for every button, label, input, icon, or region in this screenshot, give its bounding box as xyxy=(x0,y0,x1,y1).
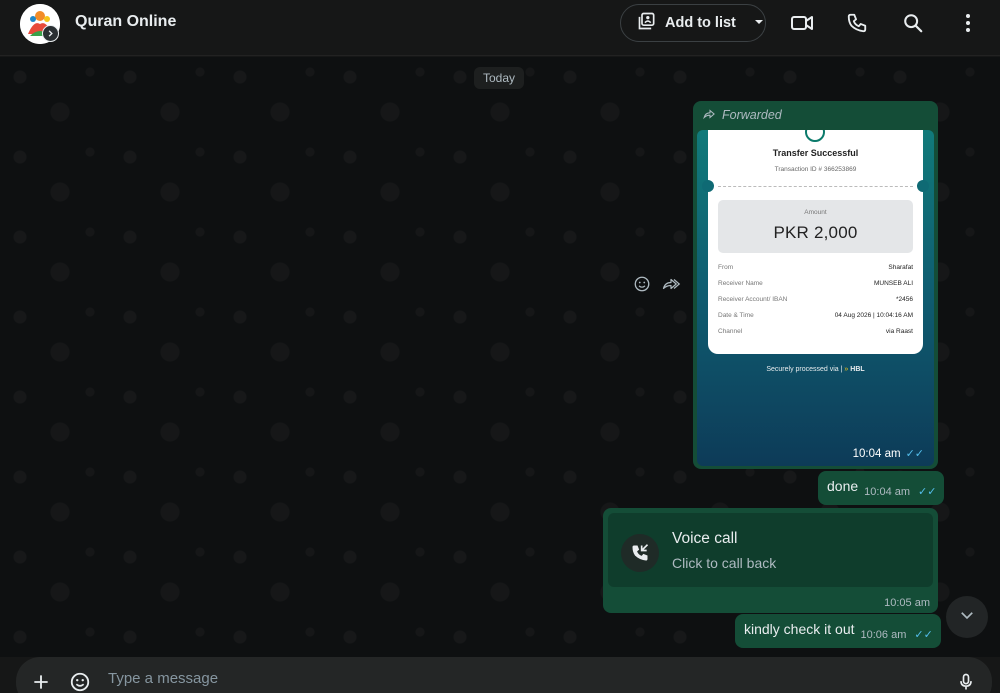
amount-value: PKR 2,000 xyxy=(773,223,858,242)
list-icon xyxy=(637,11,657,35)
read-ticks-icon: ✓✓ xyxy=(918,486,937,498)
scroll-to-bottom-button[interactable] xyxy=(946,596,988,638)
read-ticks-icon: ✓✓ xyxy=(905,448,924,460)
caret-down-icon xyxy=(754,15,764,31)
message-time: 10:06 am xyxy=(860,629,907,641)
menu-icon[interactable] xyxy=(956,11,980,35)
forwarded-icon xyxy=(703,108,717,123)
message-actions xyxy=(633,275,681,298)
row-key: From xyxy=(718,264,734,271)
message-time: 10:04 am xyxy=(864,486,911,498)
emoji-react-icon[interactable] xyxy=(633,275,651,298)
receipt-notch-left xyxy=(702,180,714,192)
message-input[interactable] xyxy=(108,670,888,687)
receipt-row: From Sharafat xyxy=(718,264,913,271)
row-key: Receiver Account/ IBAN xyxy=(718,296,788,303)
message-time: 10:05 am xyxy=(884,597,930,609)
row-value: MUNSEB ALI xyxy=(873,280,913,287)
date-chip: Today xyxy=(474,67,525,89)
text-message[interactable]: kindly check it out 10:06 am ✓✓ xyxy=(735,614,941,648)
chat-area[interactable]: Today Forwarded Transfer Successful Tran… xyxy=(0,57,1000,657)
row-value: Sharafat xyxy=(888,264,913,271)
add-to-list-label: Add to list xyxy=(665,15,736,31)
search-icon[interactable] xyxy=(901,11,925,35)
receipt-image[interactable]: Transfer Successful Transaction ID # 366… xyxy=(697,130,934,466)
message-meta: 10:04 am ✓✓ xyxy=(852,447,924,461)
row-value: via Raast xyxy=(885,328,913,335)
receipt-title: Transfer Successful xyxy=(772,148,859,158)
message-text: kindly check it out xyxy=(744,621,855,637)
row-value: *2456 xyxy=(896,296,913,303)
chat-header: Quran Online Add to list xyxy=(0,0,1000,56)
amount-box: Amount PKR 2,000 xyxy=(718,200,913,253)
forwarded-image-message[interactable]: Forwarded Transfer Successful Transactio… xyxy=(693,101,938,469)
call-back-card[interactable]: Voice call Click to call back xyxy=(608,513,933,587)
bank-name: HBL xyxy=(850,366,865,373)
sticker-icon[interactable] xyxy=(68,670,92,693)
message-time: 10:04 am xyxy=(852,447,901,460)
text-message[interactable]: done 10:04 am ✓✓ xyxy=(818,471,945,505)
row-key: Date & Time xyxy=(718,312,754,319)
check-icon xyxy=(805,130,825,142)
receipt-row: Receiver Name MUNSEB ALI xyxy=(718,280,913,287)
message-composer xyxy=(16,657,992,693)
receipt-row: Channel via Raast xyxy=(718,328,913,335)
voice-call-icon[interactable] xyxy=(845,11,869,35)
call-subtitle: Click to call back xyxy=(672,555,777,571)
microphone-icon[interactable] xyxy=(954,670,978,693)
forwarded-indicator: Forwarded xyxy=(697,105,934,125)
attach-plus-icon[interactable] xyxy=(29,670,53,693)
amount-label: Amount xyxy=(804,209,827,216)
video-call-icon[interactable] xyxy=(790,11,814,35)
row-key: Receiver Name xyxy=(718,280,763,287)
hbl-logo-icon: » xyxy=(844,366,849,373)
row-key: Channel xyxy=(718,328,743,335)
receipt-row: Receiver Account/ IBAN *2456 xyxy=(718,296,913,303)
receipt-divider xyxy=(718,186,913,187)
read-ticks-icon: ✓✓ xyxy=(914,629,933,641)
message-text: done xyxy=(827,478,859,494)
missed-call-icon xyxy=(621,534,659,572)
add-to-list-button[interactable]: Add to list xyxy=(620,4,766,42)
secured-text: Securely processed via | xyxy=(766,366,843,373)
receipt-card: Transfer Successful Transaction ID # 366… xyxy=(702,130,929,354)
contact-name[interactable]: Quran Online xyxy=(75,13,176,31)
row-value: 04 Aug 2026 | 10:04:16 AM xyxy=(834,312,913,319)
receipt-row: Date & Time 04 Aug 2026 | 10:04:16 AM xyxy=(718,312,913,319)
call-title: Voice call xyxy=(672,530,738,547)
forwarded-label: Forwarded xyxy=(722,108,782,122)
voice-call-message[interactable]: Voice call Click to call back 10:05 am xyxy=(603,508,938,613)
secured-by-line: Securely processed via | » HBL xyxy=(697,366,934,373)
chevron-right-icon[interactable] xyxy=(42,25,59,42)
transaction-id: Transaction ID # 366253869 xyxy=(774,166,857,173)
forward-icon[interactable] xyxy=(661,275,681,298)
receipt-notch-right xyxy=(917,180,929,192)
chevron-down-icon xyxy=(958,606,976,629)
